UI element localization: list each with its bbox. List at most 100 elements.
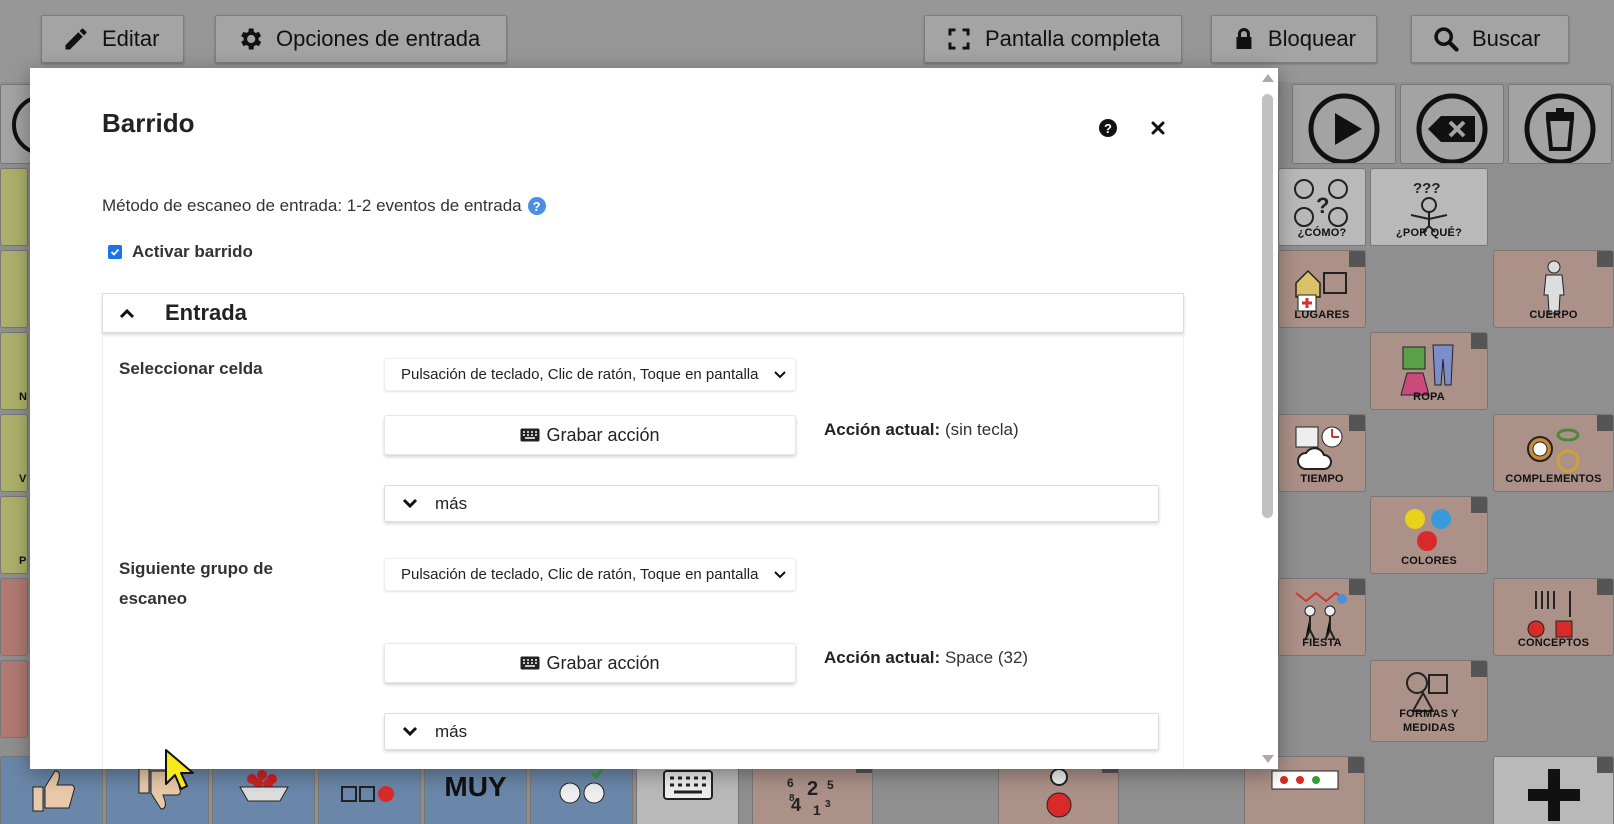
search-button[interactable]: Buscar (1411, 15, 1569, 63)
svg-text:???: ??? (1413, 180, 1441, 197)
record-action-label: Grabar acción (546, 424, 660, 445)
shrug-person-icon: ??? (1410, 180, 1448, 233)
input-section-header[interactable]: Entrada (102, 293, 1184, 333)
lock-label: Bloquear (1267, 26, 1356, 51)
lock-icon (1236, 28, 1252, 49)
scanning-dialog: Barrido ? Método de escaneo de entrada: … (30, 68, 1278, 769)
more-options-label: más (435, 493, 468, 513)
backspace-icon (1416, 93, 1488, 163)
color-splash-icon (1405, 509, 1451, 551)
left-partial-cell-5[interactable]: PE (0, 496, 28, 574)
scan-method-label: Método de escaneo de entrada: 1-2 evento… (102, 196, 522, 215)
conceptos-label: CONCEPTOS (1517, 637, 1590, 649)
input-section-title: Entrada (165, 300, 247, 325)
dialog-title: Barrido (102, 108, 195, 138)
lugares-cell[interactable]: LUGARES (1278, 250, 1366, 328)
edit-label: Editar (102, 26, 160, 51)
left-partial-cell-4[interactable]: VC (0, 414, 28, 492)
select-cell-input-select[interactable]: Pulsación de teclado, Clic de ratón, Toq… (384, 358, 796, 391)
chevron-up-icon (103, 307, 151, 319)
left-partial-cell-6[interactable] (0, 578, 28, 656)
fiesta-cell[interactable]: FIESTA (1278, 578, 1366, 656)
ropa-cell[interactable]: ROPA (1370, 332, 1488, 410)
close-button[interactable] (1146, 116, 1170, 140)
tiempo-cell[interactable]: TIEMPO (1278, 414, 1366, 492)
scroll-down-arrow-icon[interactable] (1262, 755, 1274, 763)
keyboard-icon (662, 770, 713, 800)
clothes-icon (1400, 344, 1454, 396)
chevron-down-icon (385, 726, 435, 738)
formas-label: FORMAS Y MEDIDAS (1399, 708, 1459, 734)
activate-checkbox[interactable] (108, 245, 122, 259)
chevron-down-icon (774, 371, 786, 379)
backspace-cell[interactable] (1400, 84, 1504, 164)
folder-corner (1597, 757, 1613, 773)
record-action-button[interactable]: Grabar acción (384, 415, 796, 455)
como-label: ¿CÓMO? (1297, 227, 1347, 239)
edit-button[interactable]: Editar (41, 15, 184, 63)
current-action-text: Acción actual: (sin tecla) (824, 420, 1019, 440)
search-icon (1434, 27, 1459, 52)
formas-cell[interactable]: FORMAS Y MEDIDAS (1370, 660, 1488, 742)
left-partial-cell-3[interactable]: NO (0, 332, 28, 410)
svg-text:1: 1 (813, 802, 821, 818)
mouse-cursor-icon (165, 749, 194, 790)
dialog-scrollbar[interactable] (1258, 68, 1278, 769)
tiempo-label: TIEMPO (1300, 473, 1344, 485)
lock-button[interactable]: Bloquear (1211, 15, 1377, 63)
keyboard-icon (520, 428, 540, 442)
current-action-label-2: Acción actual: (824, 648, 941, 667)
play-cell[interactable] (1292, 84, 1396, 164)
scroll-up-arrow-icon[interactable] (1262, 74, 1274, 82)
folder-corner (1597, 579, 1613, 595)
select-cell-value: Pulsación de teclado, Clic de ratón, Toq… (401, 366, 759, 383)
left-partial-label-3: PE (19, 555, 27, 567)
activate-scanning-row[interactable]: Activar barrido (108, 242, 253, 262)
folder-corner (1348, 757, 1364, 773)
folder-corner (1471, 333, 1487, 349)
accessories-icon (1526, 428, 1579, 473)
close-icon (1151, 121, 1165, 135)
current-action-text-2: Acción actual: Space (32) (824, 648, 1028, 668)
como-cell[interactable]: ? ¿CÓMO? (1278, 168, 1366, 246)
complementos-cell[interactable]: COMPLEMENTOS (1493, 414, 1614, 492)
pencil-icon (65, 28, 87, 50)
left-partial-cell-7[interactable] (0, 660, 28, 738)
current-action-label: Acción actual: (824, 420, 941, 439)
method-help-icon[interactable]: ? (527, 197, 546, 215)
folder-corner (1597, 251, 1613, 267)
left-partial-cell-2[interactable] (0, 250, 28, 328)
svg-text:2: 2 (807, 778, 818, 800)
cuerpo-cell[interactable]: CUERPO (1493, 250, 1614, 328)
chevron-down-icon (385, 498, 435, 510)
folder-corner (1597, 415, 1613, 431)
body-icon (1542, 260, 1565, 314)
checkmark-icon (110, 248, 120, 256)
record-action-button-2[interactable]: Grabar acción (384, 643, 796, 683)
question-circle-icon: ? (1099, 119, 1117, 137)
fullscreen-button[interactable]: Pantalla completa (924, 15, 1182, 63)
scroll-thumb[interactable] (1262, 94, 1273, 518)
conceptos-cell[interactable]: CONCEPTOS (1493, 578, 1614, 656)
folder-corner (1471, 661, 1487, 677)
next-group-label: Siguiente grupo de escaneo (119, 559, 273, 608)
more-options-label-2: más (435, 721, 468, 741)
fullscreen-label: Pantalla completa (985, 26, 1160, 51)
muy-label: MUY (444, 771, 507, 802)
select-cell-label: Seleccionar celda (119, 359, 263, 378)
trash-cell[interactable] (1508, 84, 1612, 164)
colores-cell[interactable]: COLORES (1370, 496, 1488, 574)
next-group-input-select[interactable]: Pulsación de teclado, Clic de ratón, Toq… (384, 558, 796, 591)
time-weather-icon (1295, 426, 1343, 470)
left-partial-cell-1[interactable] (0, 168, 28, 246)
more-options-toggle[interactable]: más (384, 485, 1159, 522)
help-button[interactable]: ? (1096, 116, 1120, 140)
scan-method-text: Método de escaneo de entrada: 1-2 evento… (102, 196, 546, 216)
more-options-toggle-2[interactable]: más (384, 713, 1159, 750)
thumbs-up-icon (32, 770, 75, 812)
porque-cell[interactable]: ??? ¿POR QUÉ? (1370, 168, 1488, 246)
input-options-label: Opciones de entrada (276, 26, 481, 51)
add-cell[interactable] (1493, 756, 1614, 824)
fiesta-label: FIESTA (1302, 637, 1342, 649)
input-options-button[interactable]: Opciones de entrada (215, 15, 507, 63)
